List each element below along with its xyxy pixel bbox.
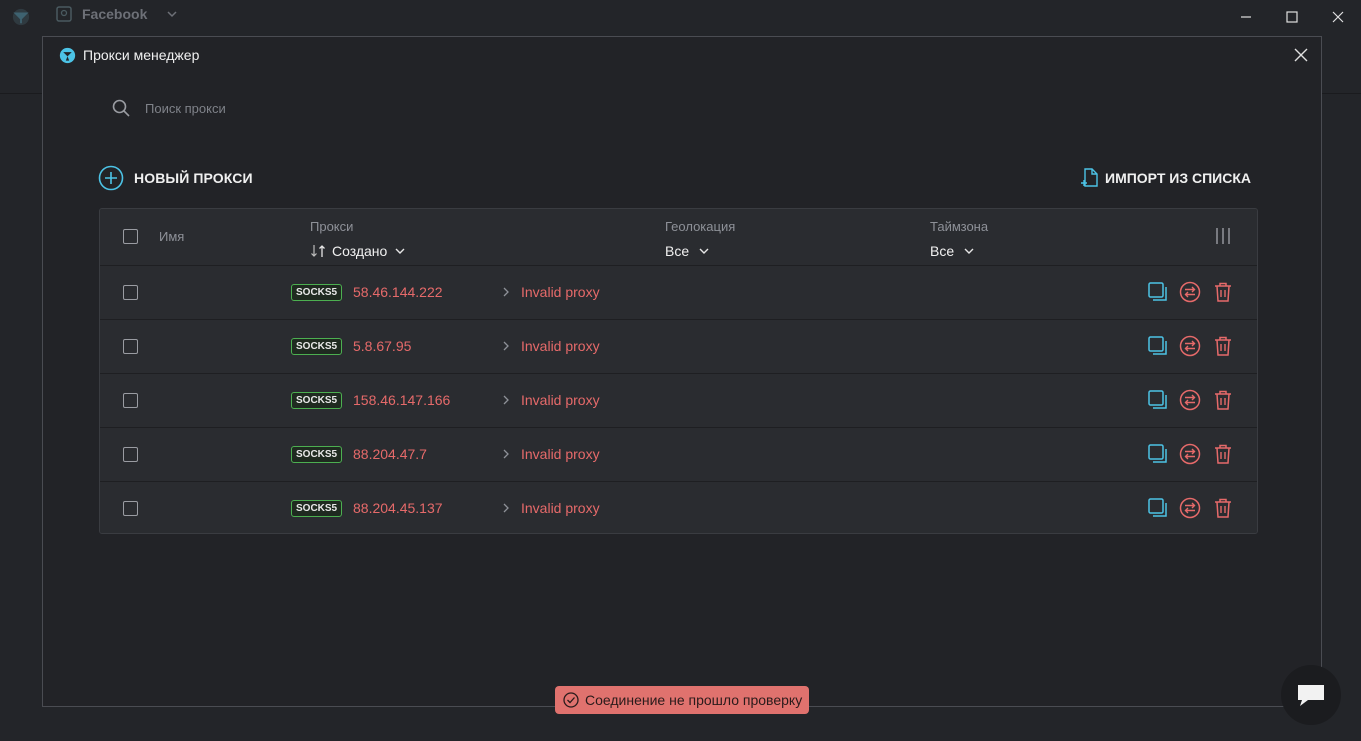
- app-logo-icon: [12, 8, 30, 26]
- proxy-type-badge: SOCKS5: [291, 338, 343, 355]
- chevron-right-icon: [503, 395, 509, 405]
- sort-dropdown[interactable]: Создано: [310, 243, 407, 259]
- chevron-right-icon: [503, 449, 509, 459]
- import-list-label: ИМПОРТ ИЗ СПИСКА: [1105, 170, 1251, 186]
- modal-title: Прокси менеджер: [83, 47, 200, 63]
- proxy-manager-modal: Прокси менеджер НОВЫЙ ПРОКСИ ИМПОРТ ИЗ С…: [42, 36, 1322, 707]
- copy-icon[interactable]: [1147, 281, 1169, 303]
- search-bar: [111, 95, 511, 121]
- column-name: Имя: [159, 229, 185, 244]
- table-header: Имя Прокси Создано Геолокация Все Таймзо: [100, 209, 1257, 265]
- modal-header: Прокси менеджер: [43, 37, 1321, 73]
- proxy-status: Invalid proxy: [521, 338, 600, 354]
- search-input[interactable]: [145, 100, 445, 116]
- table-row[interactable]: SOCKS5 88.204.47.7 Invalid proxy: [100, 427, 1257, 481]
- trash-icon[interactable]: [1212, 497, 1234, 519]
- timezone-filter-dropdown[interactable]: Все: [930, 243, 976, 259]
- profile-tab-label: Facebook: [82, 6, 148, 22]
- columns-settings-icon[interactable]: [1213, 226, 1233, 246]
- proxy-table: Имя Прокси Создано Геолокация Все Таймзо: [99, 208, 1258, 534]
- chevron-down-icon[interactable]: [165, 7, 179, 21]
- minimize-button[interactable]: [1223, 0, 1269, 34]
- proxy-type-badge: SOCKS5: [291, 392, 343, 409]
- trash-icon[interactable]: [1212, 389, 1234, 411]
- row-checkbox[interactable]: [123, 285, 138, 300]
- proxy-status: Invalid proxy: [521, 392, 600, 408]
- close-icon: [1332, 11, 1344, 23]
- copy-icon[interactable]: [1147, 389, 1169, 411]
- row-checkbox[interactable]: [123, 339, 138, 354]
- trash-icon[interactable]: [1212, 281, 1234, 303]
- toast-message: Соединение не прошло проверку: [585, 692, 803, 708]
- swap-icon[interactable]: [1179, 443, 1201, 465]
- maximize-icon: [1286, 11, 1298, 23]
- swap-icon[interactable]: [1179, 389, 1201, 411]
- chevron-right-icon: [503, 287, 509, 297]
- proxy-address: 88.204.47.7: [353, 446, 427, 462]
- error-toast: Соединение не прошло проверку: [555, 686, 809, 714]
- chat-button[interactable]: [1281, 665, 1341, 725]
- swap-icon[interactable]: [1179, 281, 1201, 303]
- proxy-status: Invalid proxy: [521, 284, 600, 300]
- proxy-type-badge: SOCKS5: [291, 446, 343, 463]
- check-circle-icon: [563, 692, 579, 708]
- row-checkbox[interactable]: [123, 447, 138, 462]
- chevron-down-icon: [699, 248, 709, 254]
- chevron-right-icon: [503, 503, 509, 513]
- plus-circle-icon: [98, 165, 124, 191]
- chevron-down-icon: [395, 248, 405, 254]
- file-add-icon: [1081, 168, 1098, 187]
- swap-icon[interactable]: [1179, 497, 1201, 519]
- import-list-button[interactable]: ИМПОРТ ИЗ СПИСКА: [1081, 168, 1251, 188]
- app-logo-icon: [59, 47, 76, 64]
- column-timezone: Таймзона: [930, 219, 989, 234]
- proxy-type-badge: SOCKS5: [291, 500, 343, 517]
- chevron-right-icon: [503, 341, 509, 351]
- window-controls: [1223, 0, 1361, 34]
- timezone-filter-value: Все: [930, 243, 955, 259]
- profile-icon: [56, 6, 72, 22]
- new-proxy-label: НОВЫЙ ПРОКСИ: [134, 170, 253, 186]
- modal-close-button[interactable]: [1291, 45, 1311, 65]
- maximize-button[interactable]: [1269, 0, 1315, 34]
- proxy-type-badge: SOCKS5: [291, 284, 343, 301]
- table-row[interactable]: SOCKS5 88.204.45.137 Invalid proxy: [100, 481, 1257, 533]
- row-checkbox[interactable]: [123, 393, 138, 408]
- table-row[interactable]: SOCKS5 58.46.144.222 Invalid proxy: [100, 265, 1257, 319]
- table-row[interactable]: SOCKS5 158.46.147.166 Invalid proxy: [100, 373, 1257, 427]
- new-proxy-button[interactable]: НОВЫЙ ПРОКСИ: [98, 165, 253, 191]
- search-icon: [112, 99, 130, 117]
- geo-filter-value: Все: [665, 243, 690, 259]
- close-icon: [1294, 48, 1308, 62]
- proxy-address: 58.46.144.222: [353, 284, 443, 300]
- copy-icon[interactable]: [1147, 335, 1169, 357]
- sort-label: Создано: [332, 243, 388, 259]
- profile-tab[interactable]: Facebook: [56, 6, 179, 22]
- proxy-address: 158.46.147.166: [353, 392, 451, 408]
- table-row[interactable]: SOCKS5 5.8.67.95 Invalid proxy: [100, 319, 1257, 373]
- chevron-down-icon: [964, 248, 974, 254]
- proxy-status: Invalid proxy: [521, 500, 600, 516]
- trash-icon[interactable]: [1212, 335, 1234, 357]
- proxy-address: 88.204.45.137: [353, 500, 443, 516]
- trash-icon[interactable]: [1212, 443, 1234, 465]
- geo-filter-dropdown[interactable]: Все: [665, 243, 711, 259]
- chat-icon: [1298, 685, 1324, 706]
- minimize-icon: [1241, 16, 1251, 18]
- copy-icon[interactable]: [1147, 443, 1169, 465]
- app-titlebar: Facebook: [0, 0, 1361, 34]
- row-checkbox[interactable]: [123, 501, 138, 516]
- proxy-status: Invalid proxy: [521, 446, 600, 462]
- sort-icon: [311, 245, 325, 257]
- column-geo: Геолокация: [665, 219, 736, 234]
- copy-icon[interactable]: [1147, 497, 1169, 519]
- column-proxy: Прокси: [310, 219, 354, 234]
- window-close-button[interactable]: [1315, 0, 1361, 34]
- proxy-address: 5.8.67.95: [353, 338, 412, 354]
- select-all-checkbox[interactable]: [123, 229, 138, 244]
- swap-icon[interactable]: [1179, 335, 1201, 357]
